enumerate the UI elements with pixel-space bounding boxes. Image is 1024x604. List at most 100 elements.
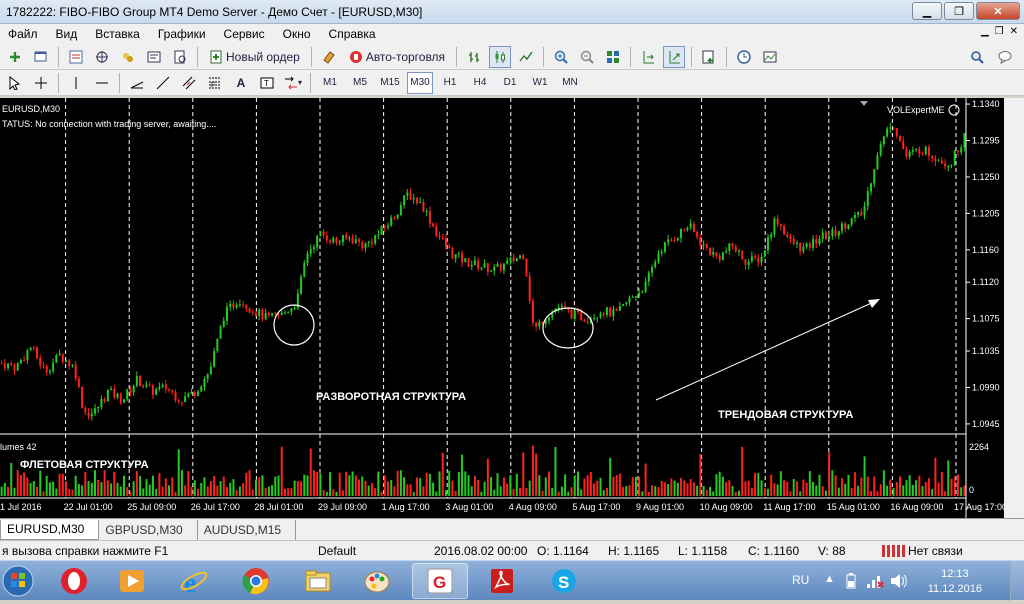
candle-body [622, 304, 625, 306]
new-order-button[interactable]: Новый ордер [204, 46, 305, 68]
minimize-button[interactable]: ▁ [912, 2, 942, 20]
bar-close: C: 1.1160 [748, 544, 800, 558]
channel-icon[interactable] [178, 72, 200, 94]
x-tick-label: 11 Aug 17:00 [763, 502, 815, 512]
language-indicator[interactable]: RU [792, 573, 809, 587]
strategy-tester-icon[interactable] [169, 46, 191, 68]
data-window-icon[interactable] [117, 46, 139, 68]
menu-tools[interactable]: Сервис [216, 27, 275, 41]
battery-icon[interactable] [846, 573, 856, 592]
text-label-icon[interactable]: T [256, 72, 278, 94]
menu-window[interactable]: Окно [275, 27, 321, 41]
close-button[interactable]: ✕ [976, 2, 1020, 20]
terminal-icon[interactable] [143, 46, 165, 68]
metaeditor-icon[interactable] [318, 46, 340, 68]
price-chart[interactable]: 1.1340 1.1295 1.1250 1.1205 1.1160 1.1120 1.10… [0, 98, 1004, 518]
file-explorer-icon[interactable] [290, 563, 346, 599]
mdi-close-icon[interactable]: ✕ [1010, 26, 1018, 37]
menu-help[interactable]: Справка [321, 27, 386, 41]
timeframe-d1-button[interactable]: D1 [497, 72, 523, 94]
templates-icon[interactable] [759, 46, 781, 68]
candle-body [329, 240, 332, 243]
start-button[interactable] [0, 561, 40, 601]
menu-file[interactable]: Файл [0, 27, 48, 41]
auto-trading-button[interactable]: Авто-торговля [344, 46, 450, 68]
timeframe-w1-button[interactable]: W1 [527, 72, 553, 94]
mdi-restore-icon[interactable]: ❐ [995, 26, 1004, 37]
candle-body [319, 231, 322, 237]
candle-body [361, 241, 364, 249]
tile-windows-icon[interactable] [602, 46, 624, 68]
candle-body [705, 244, 708, 248]
new-chart-icon[interactable] [4, 46, 26, 68]
crosshair-icon[interactable] [30, 72, 52, 94]
network-icon[interactable] [866, 573, 884, 592]
market-watch-icon[interactable] [65, 46, 87, 68]
arrows-icon[interactable]: ▾ [282, 72, 304, 94]
tab-eurusd-m30[interactable]: EURUSD,M30 [0, 519, 100, 540]
mdi-minimize-icon[interactable]: ▁ [981, 26, 989, 37]
candlestick-icon[interactable] [489, 45, 512, 68]
timeframe-m30-button[interactable]: M30 [407, 71, 433, 94]
tab-audusd-m15[interactable]: AUDUSD,M15 [198, 519, 297, 540]
trendline-angle-icon[interactable] [126, 72, 148, 94]
opera-icon[interactable] [46, 563, 102, 599]
timeframe-h1-button[interactable]: H1 [437, 72, 463, 94]
menu-view[interactable]: Вид [48, 27, 88, 41]
timeframe-m15-button[interactable]: M15 [377, 72, 403, 94]
tab-gbpusd-m30[interactable]: GBPUSD,M30 [99, 519, 198, 540]
y-tick-label: 1.1160 [972, 245, 999, 255]
mdi-controls: ▁ ❐ ✕ [981, 26, 1018, 37]
candle-body [618, 305, 621, 311]
fibonacci-icon[interactable]: F [204, 72, 226, 94]
indicators-icon[interactable] [698, 46, 720, 68]
menu-charts[interactable]: Графики [150, 27, 216, 41]
cursor-icon[interactable] [4, 72, 26, 94]
zoom-out-icon[interactable] [576, 46, 598, 68]
timeframe-m1-button[interactable]: M1 [317, 72, 343, 94]
maximize-button[interactable]: ❐ [944, 2, 974, 20]
chart-shift-icon[interactable] [637, 46, 659, 68]
zoom-in-icon[interactable] [550, 46, 572, 68]
paint-icon[interactable] [350, 563, 406, 599]
horizontal-line-icon[interactable] [91, 72, 113, 94]
line-chart-icon[interactable] [515, 46, 537, 68]
vertical-line-icon[interactable] [65, 72, 87, 94]
search-icon[interactable] [966, 46, 988, 68]
candle-body [686, 227, 689, 230]
pdf-reader-icon[interactable] [474, 563, 530, 599]
chart-shift-marker[interactable] [860, 101, 868, 106]
bar-chart-icon[interactable] [463, 46, 485, 68]
volume-icon[interactable] [890, 573, 908, 592]
profiles-icon[interactable] [30, 46, 52, 68]
auto-scroll-icon[interactable] [663, 45, 686, 68]
candle-body [531, 301, 534, 323]
chrome-icon[interactable] [228, 563, 284, 599]
candle-body [741, 250, 744, 260]
candle-body [934, 158, 937, 162]
text-tool-icon[interactable]: A [230, 72, 252, 94]
internet-explorer-icon[interactable]: e [166, 563, 222, 599]
chart-canvas[interactable]: 1.1340 1.1295 1.1250 1.1205 1.1160 1.1120 1.10… [0, 98, 1004, 518]
tray-expand-icon[interactable]: ▲ [824, 573, 835, 585]
candle-body [258, 309, 261, 317]
trend-structure-annotation: ТРЕНДОВАЯ СТРУКТУРА [718, 409, 853, 421]
media-player-icon[interactable] [104, 563, 160, 599]
candle-body [454, 254, 457, 259]
skype-icon[interactable]: S [536, 563, 592, 599]
timeframe-mn-button[interactable]: MN [557, 72, 583, 94]
community-chat-icon[interactable] [994, 46, 1016, 68]
candle-body [583, 320, 586, 322]
candle-body [734, 246, 737, 252]
timeframe-h4-button[interactable]: H4 [467, 72, 493, 94]
trendline-icon[interactable] [152, 72, 174, 94]
menu-insert[interactable]: Вставка [87, 27, 150, 41]
periods-clock-icon[interactable] [733, 46, 755, 68]
candle-body [486, 263, 489, 272]
fibo-icon[interactable]: G [412, 563, 468, 599]
candle-body [631, 296, 634, 298]
timeframe-m5-button[interactable]: M5 [347, 72, 373, 94]
show-desktop-button[interactable] [1010, 561, 1024, 601]
navigator-icon[interactable] [91, 46, 113, 68]
system-clock[interactable]: 12:13 11.12.2016 [928, 567, 982, 597]
